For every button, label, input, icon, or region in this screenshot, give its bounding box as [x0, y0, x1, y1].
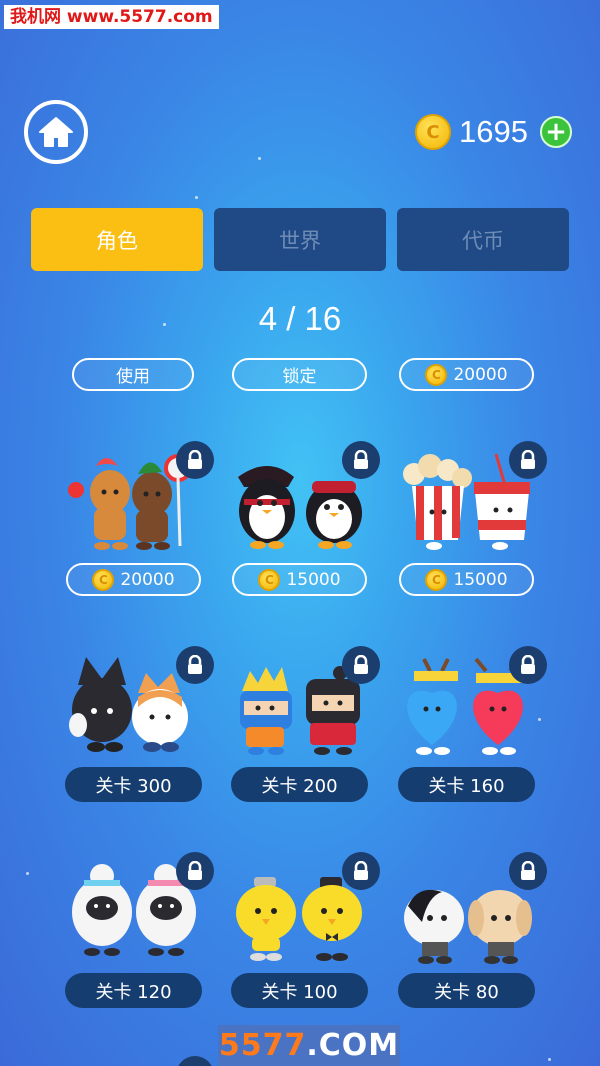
lock-icon [176, 646, 214, 684]
dog-icon [404, 889, 532, 964]
price-label: 15000 [453, 569, 508, 590]
coin-icon: C [258, 568, 281, 591]
tab-worlds[interactable]: 世界 [214, 208, 386, 271]
coin-icon: C [92, 568, 115, 591]
plus-icon: + [545, 117, 567, 147]
unlock-level-label: 关卡 120 [65, 973, 202, 1008]
character-dog-pair[interactable] [400, 880, 535, 969]
home-icon [39, 117, 73, 147]
page-indicator: 4 / 16 [258, 300, 342, 337]
watermark-top: 我机网 www.5577.com [4, 5, 219, 29]
chick-icon [236, 877, 362, 961]
sparkle [258, 157, 261, 160]
lock-icon [342, 852, 380, 890]
watermark-part2: .COM [306, 1028, 400, 1063]
coin-icon: C [425, 363, 448, 386]
sparkle [26, 872, 29, 875]
watermark-part1: 5577 [218, 1028, 307, 1063]
lock-icon [176, 1056, 214, 1066]
watermark-bottom: 5577 .COM [218, 1025, 400, 1066]
price-label: 20000 [453, 364, 508, 385]
sparkle [195, 196, 198, 199]
price-label: 15000 [286, 569, 341, 590]
use-button[interactable]: 使用 [72, 358, 194, 391]
unlock-level-label: 关卡 80 [398, 973, 535, 1008]
character-chick-pair[interactable] [232, 873, 367, 967]
sparkle [548, 1058, 551, 1061]
coin-balance: C 1695 + [415, 112, 572, 152]
buy-button[interactable]: C 20000 [66, 563, 201, 596]
buy-button[interactable]: C 15000 [399, 563, 534, 596]
sparkle [538, 718, 541, 721]
unlock-level-label: 关卡 160 [398, 767, 535, 802]
buy-button[interactable]: C 15000 [232, 563, 367, 596]
coin-icon: C [415, 114, 452, 150]
add-coins-button[interactable]: + [540, 116, 572, 148]
price-button[interactable]: C 20000 [399, 358, 534, 391]
unlock-level-label: 关卡 100 [231, 973, 368, 1008]
locked-button[interactable]: 锁定 [232, 358, 367, 391]
tab-characters[interactable]: 角色 [31, 208, 203, 271]
unlock-level-label: 关卡 300 [65, 767, 202, 802]
tab-tokens[interactable]: 代币 [397, 208, 569, 271]
home-button[interactable] [24, 100, 88, 164]
coin-amount: 1695 [459, 114, 528, 149]
lock-icon [509, 852, 547, 890]
locked-label: 锁定 [282, 367, 317, 387]
coin-icon: C [425, 568, 448, 591]
lock-icon [342, 441, 380, 479]
use-label: 使用 [116, 367, 150, 387]
lock-icon [509, 441, 547, 479]
price-label: 20000 [120, 569, 175, 590]
unlock-level-label: 关卡 200 [231, 767, 368, 802]
lock-icon [509, 646, 547, 684]
lock-icon [176, 852, 214, 890]
lock-icon [176, 441, 214, 479]
lock-icon [342, 646, 380, 684]
